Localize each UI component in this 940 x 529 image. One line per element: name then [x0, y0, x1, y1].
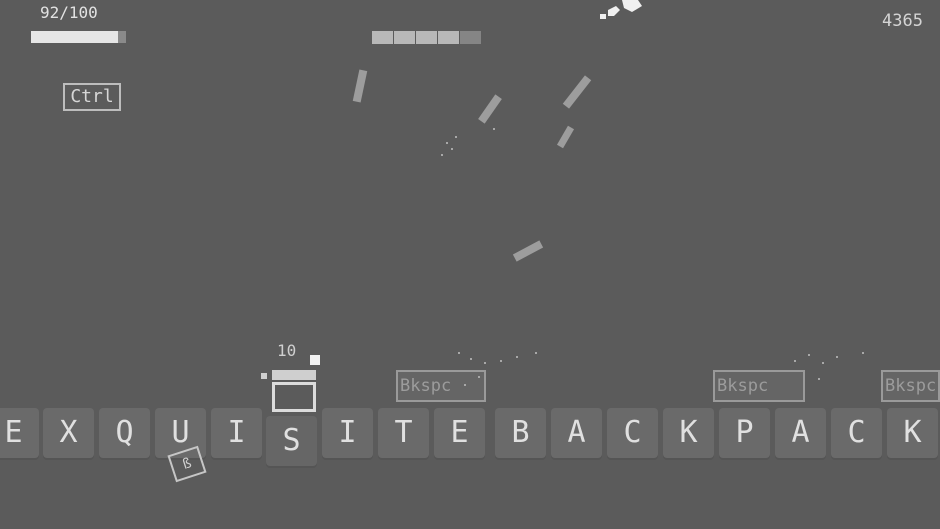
letter-key: I: [322, 408, 373, 458]
small-marker: [261, 373, 267, 379]
letter-key: C: [607, 408, 658, 458]
spark: [794, 360, 796, 362]
letter-key: T: [378, 408, 429, 458]
score-counter: 4365: [882, 11, 923, 31]
letter-key: S: [266, 416, 317, 466]
letter-key: C: [831, 408, 882, 458]
letter-key: I: [211, 408, 262, 458]
ctrl-key-pickup: Ctrl: [63, 83, 121, 111]
letter-key: E: [0, 408, 39, 458]
enemy-backspace-key: Bkspc: [396, 370, 486, 402]
spark: [484, 362, 486, 364]
letter-key: K: [887, 408, 938, 458]
spark: [470, 358, 472, 360]
player-turret-top: [272, 370, 316, 380]
progress-segment: [416, 31, 437, 44]
health-text: 92/100: [40, 3, 98, 22]
debris-piece: [562, 75, 592, 109]
spark: [464, 384, 466, 386]
explosion-splat: [600, 0, 642, 19]
progress-segment-bar: [372, 31, 482, 44]
spark: [862, 352, 864, 354]
spark: [818, 378, 820, 380]
spark: [535, 352, 537, 354]
letter-key: K: [663, 408, 714, 458]
letter-key: X: [43, 408, 94, 458]
letter-keyboard: EXQUISITEBACKPACK: [0, 402, 940, 466]
enemy-backspace-key: Bkspc: [713, 370, 805, 402]
health-bar-fill: [31, 31, 119, 43]
letter-key: A: [551, 408, 602, 458]
progress-segment: [438, 31, 459, 44]
letter-key: Q: [99, 408, 150, 458]
spark: [822, 362, 824, 364]
target-marker: [310, 355, 320, 365]
spark: [478, 376, 480, 378]
enemy-backspace-key: Bkspc: [881, 370, 940, 402]
spark: [516, 356, 518, 358]
debris-piece: [512, 240, 544, 262]
debris-piece: [478, 94, 502, 124]
spark: [451, 148, 453, 150]
progress-segment: [394, 31, 415, 44]
debris-piece: [556, 125, 575, 149]
letter-key: A: [775, 408, 826, 458]
progress-segment: [460, 31, 481, 44]
spark: [446, 142, 448, 144]
spark: [493, 128, 495, 130]
health-bar: [31, 31, 126, 43]
letter-key: P: [719, 408, 770, 458]
spark: [455, 136, 457, 138]
debris-piece: [352, 69, 368, 103]
spark: [500, 360, 502, 362]
letter-key: B: [495, 408, 546, 458]
progress-segment: [372, 31, 393, 44]
spark: [808, 354, 810, 356]
ammo-count: 10: [277, 341, 297, 360]
spark: [441, 154, 443, 156]
spark: [458, 352, 460, 354]
letter-key: E: [434, 408, 485, 458]
spark: [836, 356, 838, 358]
